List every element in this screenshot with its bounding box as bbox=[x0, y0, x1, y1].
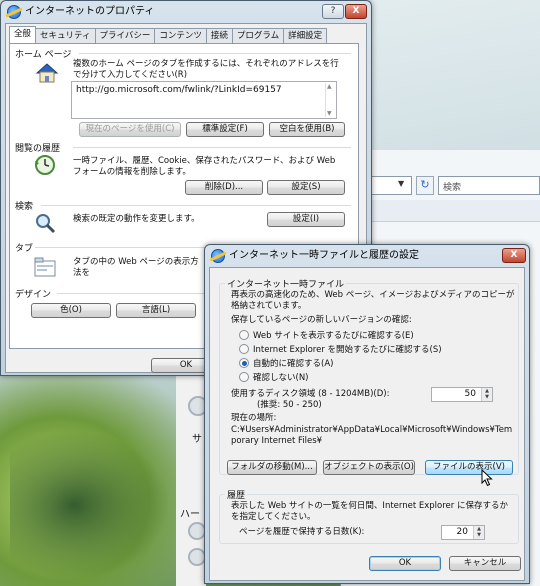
radio-button[interactable] bbox=[239, 344, 249, 354]
background-label: サ bbox=[192, 434, 202, 445]
view-objects-button[interactable]: オブジェクトの表示(O) bbox=[323, 460, 415, 475]
history-days-value: 20 bbox=[456, 527, 468, 537]
desktop-wallpaper-leaf bbox=[10, 430, 170, 580]
home-page-heading: ホーム ページ bbox=[15, 50, 72, 60]
view-files-button[interactable]: ファイルの表示(V) bbox=[425, 460, 513, 475]
current-location-label: 現在の場所: bbox=[231, 413, 277, 423]
disk-space-label: 使用するディスク領域 (8 - 1204MB)(D): bbox=[231, 389, 390, 399]
tab-content[interactable]: コンテンツ bbox=[154, 28, 207, 43]
background-search-box[interactable]: 検索 bbox=[438, 176, 540, 195]
tab-security[interactable]: セキュリティ bbox=[35, 28, 96, 43]
move-folder-button[interactable]: フォルダの移動(M)... bbox=[227, 460, 317, 475]
radio-label: 自動的に確認する(A) bbox=[253, 359, 334, 369]
history-group-title: 履歴 bbox=[225, 488, 248, 501]
mouse-cursor-icon bbox=[481, 469, 493, 487]
check-newer-versions-label: 保存しているページの新しいバージョンの確認: bbox=[231, 315, 412, 325]
delete-history-button[interactable]: 削除(D)... bbox=[185, 180, 263, 195]
use-current-button[interactable]: 現在のページを使用(C) bbox=[79, 122, 181, 137]
temporary-files-settings-dialog: インターネット一時ファイルと履歴の設定 X インターネット一時ファイル 再表示の… bbox=[204, 244, 530, 584]
close-button[interactable]: X bbox=[502, 248, 526, 263]
radio-automatically[interactable]: 自動的に確認する(A) bbox=[239, 357, 333, 369]
home-page-description: 複数のホーム ページのタブを作成するには、それぞれのアドレスを行で分けて入力して… bbox=[73, 59, 339, 80]
cancel-button[interactable]: キャンセル bbox=[449, 556, 521, 571]
window-title: インターネットのプロパティ bbox=[25, 6, 155, 17]
disk-space-spinner[interactable]: 50 ▲ ▼ bbox=[431, 387, 493, 402]
history-description: 表示した Web サイトの一覧を何日間、Internet Explorer に保… bbox=[231, 501, 508, 522]
divider bbox=[73, 147, 351, 148]
history-clock-icon bbox=[35, 155, 55, 175]
window-title: インターネット一時ファイルと履歴の設定 bbox=[229, 250, 419, 261]
search-icon bbox=[36, 214, 56, 234]
close-button[interactable]: X bbox=[345, 4, 367, 19]
search-description: 検索の既定の動作を変更します。 bbox=[73, 214, 200, 224]
spinner-arrows-icon[interactable]: ▲ ▼ bbox=[473, 526, 484, 539]
titlebar[interactable]: インターネットのプロパティ ? X bbox=[1, 1, 371, 23]
radio-never[interactable]: 確認しない(N) bbox=[239, 371, 309, 383]
radio-every-visit[interactable]: Web サイトを表示するたびに確認する(E) bbox=[239, 329, 414, 341]
temporary-files-description: 再表示の高速化のため、Web ページ、イメージおよびメディアのコピーが格納されて… bbox=[231, 290, 515, 311]
tabs-heading: タブ bbox=[15, 244, 34, 254]
disk-space-value: 50 bbox=[464, 389, 476, 399]
history-settings-button[interactable]: 設定(S) bbox=[267, 180, 345, 195]
radio-label: Internet Explorer を開始するたびに確認する(S) bbox=[253, 345, 442, 355]
help-button[interactable]: ? bbox=[322, 4, 344, 19]
languages-button[interactable]: 言語(L) bbox=[116, 303, 196, 318]
titlebar[interactable]: インターネット一時ファイルと履歴の設定 X bbox=[205, 245, 529, 267]
tab-programs[interactable]: プログラム bbox=[231, 28, 285, 43]
appearance-heading: デザイン bbox=[15, 290, 52, 300]
internet-explorer-icon bbox=[211, 249, 225, 263]
search-settings-button[interactable]: 設定(I) bbox=[267, 212, 345, 227]
home-page-url-input[interactable]: http://go.microsoft.com/fwlink/?LinkId=6… bbox=[71, 81, 337, 119]
divider bbox=[57, 293, 207, 294]
history-days-label: ページを履歴で保持する日数(K): bbox=[239, 527, 365, 537]
radio-label: Web サイトを表示するたびに確認する(E) bbox=[253, 331, 414, 341]
radio-label: 確認しない(N) bbox=[253, 373, 309, 383]
browsing-history-description: 一時ファイル、履歴、Cookie、保存されたパスワード、および Web フォーム… bbox=[73, 156, 336, 177]
use-blank-button[interactable]: 空白を使用(B) bbox=[269, 122, 345, 137]
tab-advanced[interactable]: 詳細設定 bbox=[283, 28, 328, 43]
radio-button[interactable] bbox=[239, 330, 249, 340]
current-location-path: C:¥Users¥Administrator¥AppData¥Local¥Mic… bbox=[231, 425, 513, 446]
background-label: ハー bbox=[180, 509, 200, 520]
tab-connections[interactable]: 接続 bbox=[205, 28, 233, 43]
use-default-button[interactable]: 標準設定(F) bbox=[186, 122, 264, 137]
scrollbar[interactable] bbox=[325, 83, 335, 117]
tab-general[interactable]: 全般 bbox=[9, 26, 37, 43]
ok-button[interactable]: OK bbox=[369, 556, 441, 571]
colors-button[interactable]: 色(O) bbox=[31, 303, 111, 318]
radio-every-start[interactable]: Internet Explorer を開始するたびに確認する(S) bbox=[239, 343, 442, 355]
tabs-icon bbox=[34, 257, 56, 277]
home-icon bbox=[35, 63, 59, 83]
internet-explorer-icon bbox=[7, 5, 21, 19]
refresh-icon[interactable]: ↻ bbox=[416, 176, 434, 195]
home-page-url: http://go.microsoft.com/fwlink/?LinkId=6… bbox=[76, 85, 282, 95]
tab-strip: 全般 セキュリティ プライバシー コンテンツ 接続 プログラム 詳細設定 bbox=[9, 26, 328, 43]
radio-button[interactable] bbox=[239, 358, 249, 368]
temporary-files-group-title: インターネット一時ファイル bbox=[225, 277, 347, 290]
tab-privacy[interactable]: プライバシー bbox=[94, 28, 156, 43]
search-placeholder: 検索 bbox=[443, 183, 462, 193]
radio-button[interactable] bbox=[239, 372, 249, 382]
search-heading: 検索 bbox=[15, 202, 34, 212]
divider bbox=[41, 205, 351, 206]
disk-space-recommended: (推奨: 50 - 250) bbox=[257, 400, 322, 410]
dropdown-arrow-icon[interactable]: ▼ bbox=[398, 179, 404, 188]
divider bbox=[79, 53, 351, 54]
tabs-description: タブの中の Web ページの表示方法を bbox=[73, 257, 199, 278]
history-days-spinner[interactable]: 20 ▲ ▼ bbox=[441, 525, 485, 540]
spinner-arrows-icon[interactable]: ▲ ▼ bbox=[481, 388, 492, 401]
